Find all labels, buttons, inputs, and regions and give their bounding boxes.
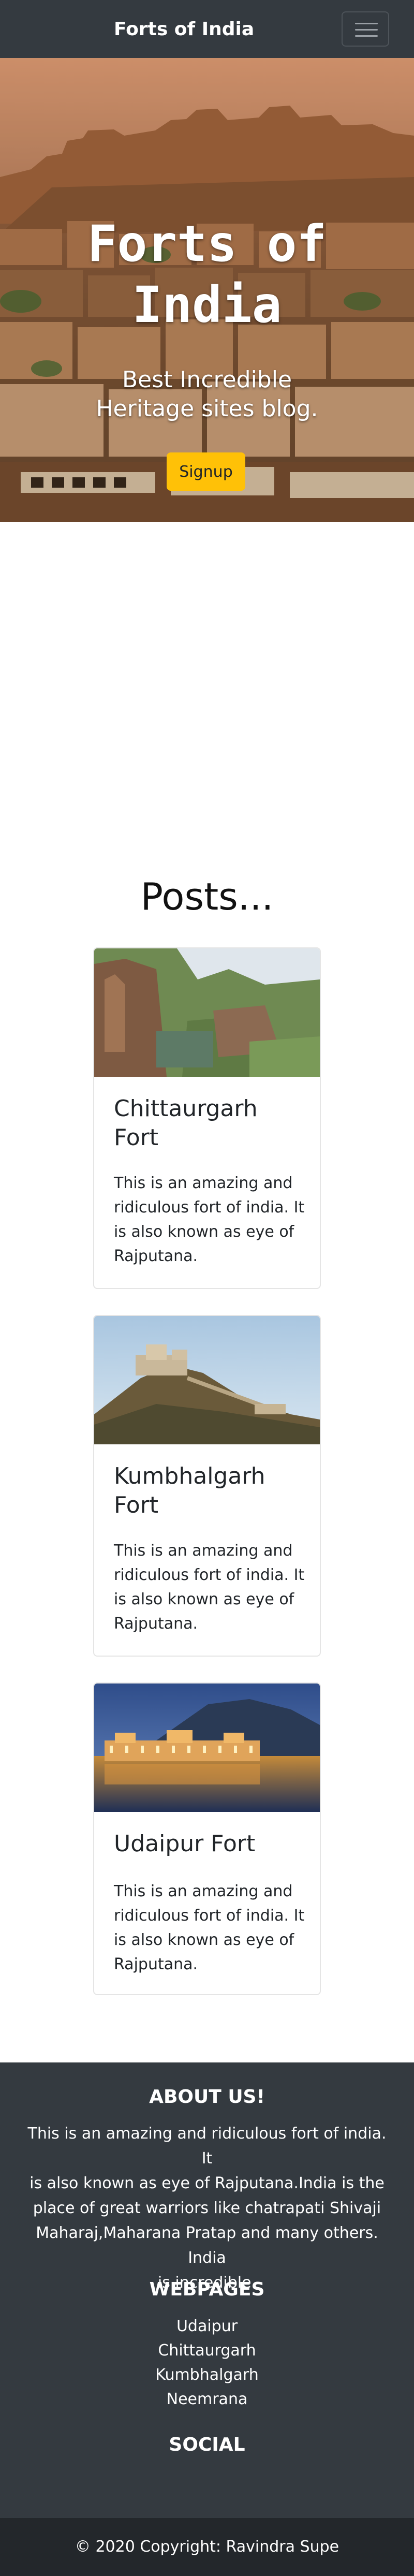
posts-heading: Posts... [140, 875, 274, 918]
navbar-toggler-button[interactable] [342, 11, 389, 47]
hero-subtitle: Best Incredible Heritage sites blog. [0, 365, 414, 423]
post-text-line: ridiculous fort of india. It [114, 1566, 305, 1584]
post-image-chittaurgarh [94, 948, 320, 1077]
post-text-line: Rajputana. [114, 1615, 198, 1633]
post-card[interactable]: Chittaurgarh Fort This is an amazing and… [93, 947, 321, 1289]
post-text: This is an amazing and ridiculous fort o… [114, 1879, 305, 1977]
post-title: Kumbhalgarh Fort [114, 1462, 305, 1520]
post-card[interactable]: Kumbhalgarh Fort This is an amazing and … [93, 1315, 321, 1657]
post-text-line: This is an amazing and [114, 1174, 293, 1192]
signup-button[interactable]: Signup [167, 452, 245, 491]
about-text-line: place of great warriors like chatrapati … [33, 2199, 381, 2217]
post-text: This is an amazing and ridiculous fort o… [114, 1539, 305, 1636]
about-text: This is an amazing and ridiculous fort o… [26, 2121, 388, 2295]
post-title-line1: Kumbhalgarh [114, 1463, 265, 1489]
post-title-line2: Fort [114, 1492, 159, 1518]
hero-subtitle-line2: Heritage sites blog. [96, 396, 318, 422]
brand-link[interactable]: Forts of India [114, 19, 254, 40]
post-text-line: This is an amazing and [114, 1542, 293, 1560]
post-title: Udaipur Fort [114, 1829, 305, 1858]
post-text-line: ridiculous fort of india. It [114, 1198, 305, 1217]
list-item: Neemrana [0, 2387, 414, 2411]
list-item: Chittaurgarh [0, 2338, 414, 2363]
post-title: Chittaurgarh Fort [114, 1094, 305, 1152]
social-heading: SOCIAL [169, 2434, 245, 2455]
post-card[interactable]: Udaipur Fort This is an amazing and ridi… [93, 1682, 321, 1995]
post-text-line: Rajputana. [114, 1247, 198, 1265]
footer: ABOUT US! This is an amazing and ridicul… [0, 2062, 414, 2518]
post-text-line: is also known as eye of [114, 1590, 294, 1608]
post-image-kumbhalgarh [94, 1316, 320, 1444]
hero-subtitle-line1: Best Incredible [122, 367, 292, 393]
copyright-bar: © 2020 Copyright: Ravindra Supe [0, 2518, 414, 2576]
post-title-line1: Udaipur Fort [114, 1831, 256, 1857]
post-text-line: is also known as eye of [114, 1223, 294, 1241]
post-text-line: is also known as eye of [114, 1931, 294, 1949]
navbar: Forts of India [0, 0, 414, 58]
post-image-udaipur [94, 1684, 320, 1812]
webpage-link-udaipur[interactable]: Udaipur [176, 2317, 238, 2335]
list-item: Kumbhalgarh [0, 2363, 414, 2387]
list-item: Udaipur [0, 2314, 414, 2338]
webpage-link-kumbhalgarh[interactable]: Kumbhalgarh [155, 2366, 258, 2384]
hero-title-line1: Forts of [87, 215, 327, 273]
post-text-line: This is an amazing and [114, 1882, 293, 1900]
post-text-line: ridiculous fort of india. It [114, 1907, 305, 1925]
about-heading: ABOUT US! [149, 2086, 265, 2107]
webpages-heading: WEBPAGES [149, 2279, 265, 2300]
about-text-line: Maharaj,Maharana Pratap and many others.… [36, 2224, 378, 2267]
webpage-link-chittaurgarh[interactable]: Chittaurgarh [158, 2341, 256, 2360]
post-text: This is an amazing and ridiculous fort o… [114, 1171, 305, 1268]
post-text-line: Rajputana. [114, 1955, 198, 1973]
about-text-line: is also known as eye of Rajputana.India … [29, 2174, 385, 2192]
post-title-line2: Fort [114, 1124, 159, 1151]
hero-title: Forts of India [0, 213, 414, 335]
webpages-list: Udaipur Chittaurgarh Kumbhalgarh Neemran… [0, 2314, 414, 2411]
hero-title-line2: India [132, 276, 282, 334]
post-title-line1: Chittaurgarh [114, 1095, 258, 1122]
about-text-line: This is an amazing and ridiculous fort o… [27, 2125, 387, 2168]
hero-section: Forts of India Best Incredible Heritage … [0, 58, 414, 522]
webpage-link-neemrana[interactable]: Neemrana [167, 2390, 248, 2408]
